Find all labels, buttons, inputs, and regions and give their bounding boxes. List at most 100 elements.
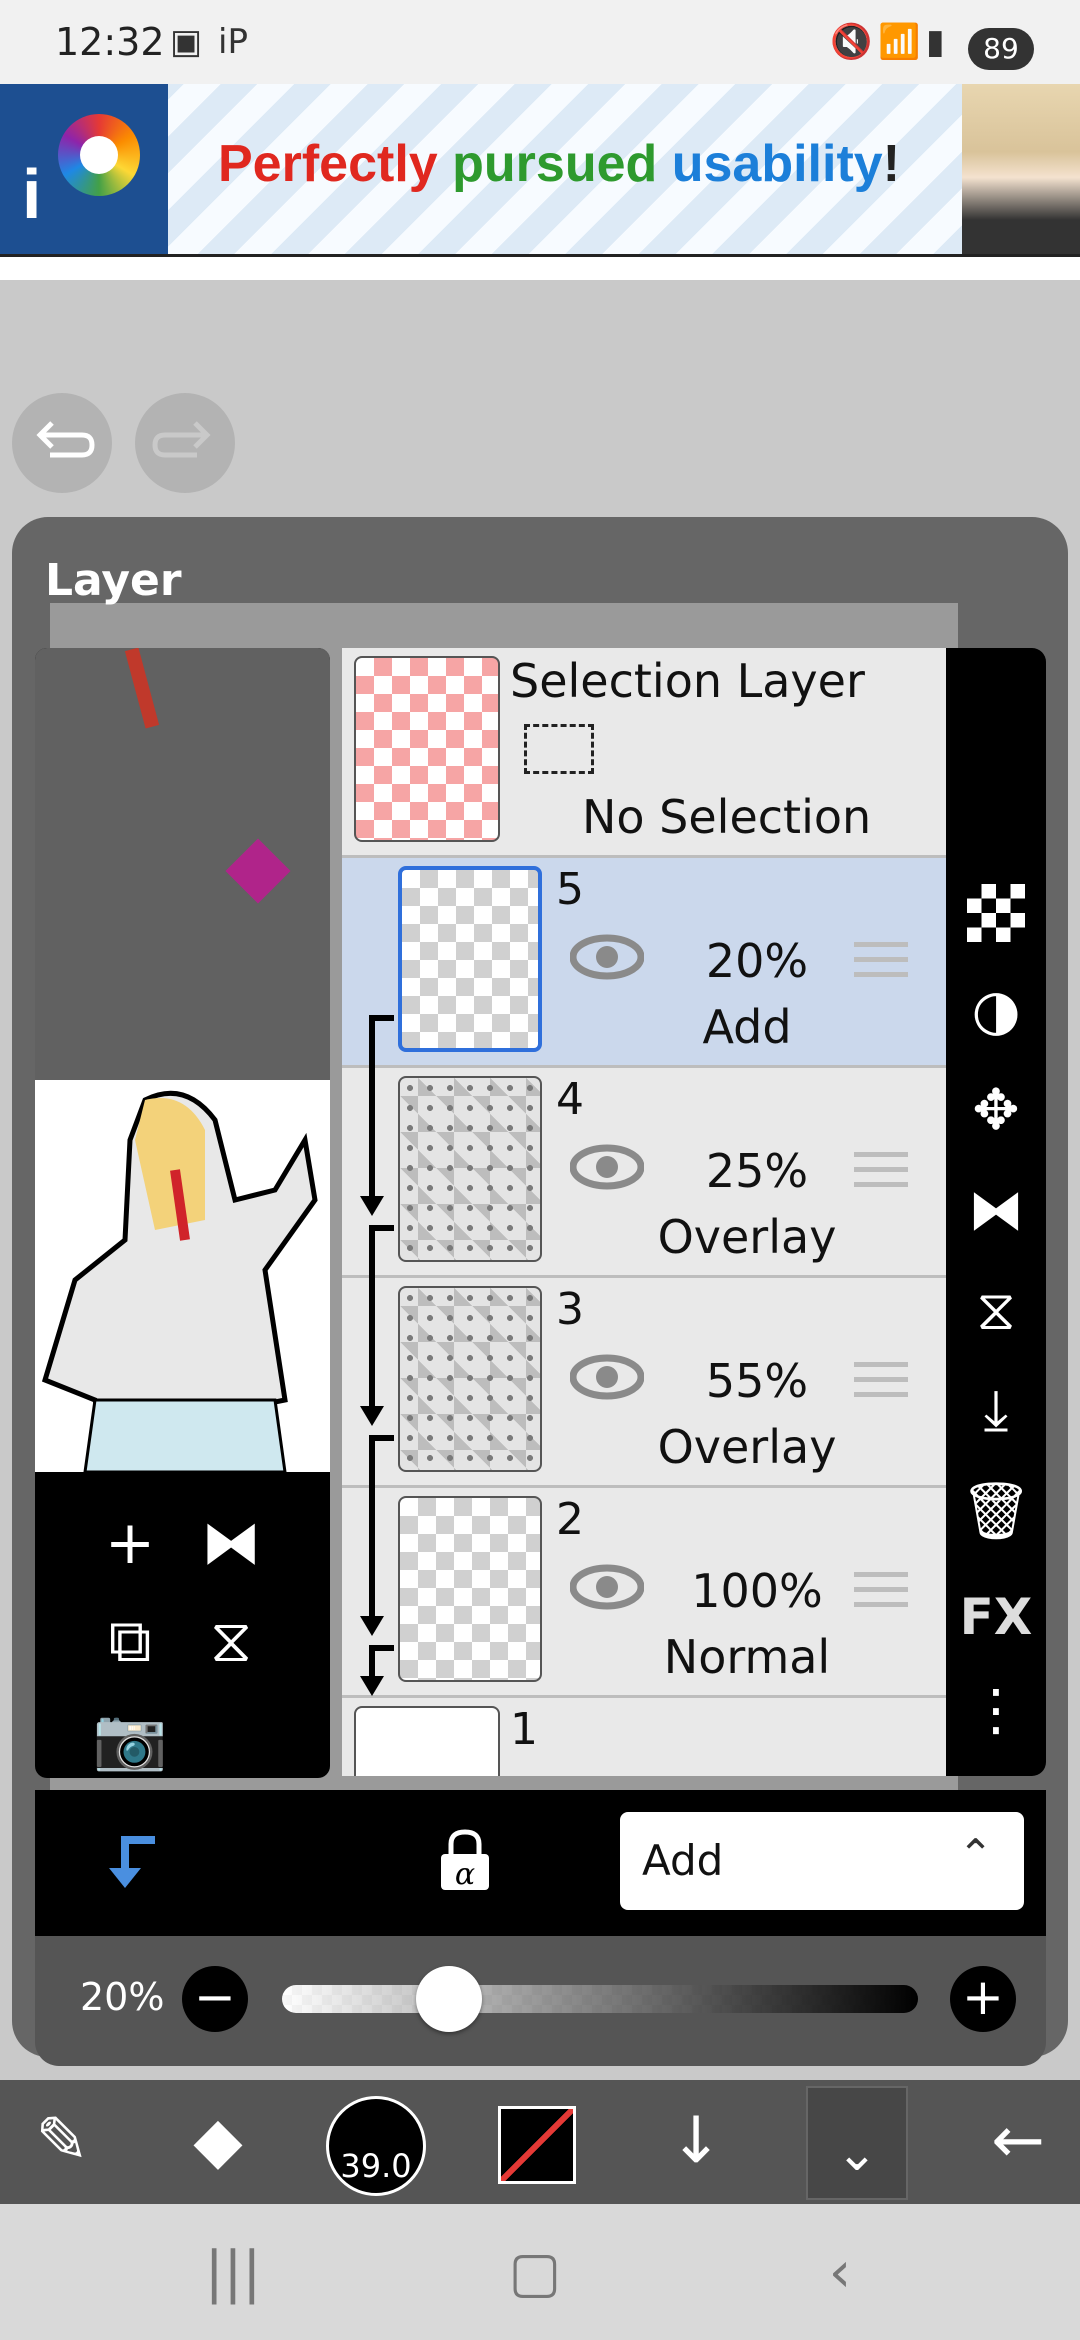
ad-banner[interactable]: i Perfectly pursued usability! xyxy=(0,84,1080,254)
redo-icon xyxy=(152,421,211,458)
layer-opacity: 25% xyxy=(705,1144,809,1198)
move-button[interactable]: ✥ xyxy=(946,1078,1046,1143)
layer-opacity: 55% xyxy=(705,1354,809,1408)
clipping-arrows xyxy=(360,1015,394,1696)
layer-row-2[interactable]: 2 100% Normal xyxy=(342,1488,946,1698)
down-arrow-button[interactable]: ↓ xyxy=(646,2104,746,2178)
flip-horizontal-button[interactable]: ⧓ xyxy=(946,1178,1046,1243)
layer-number: 2 xyxy=(556,1494,584,1545)
visibility-eye-icon[interactable] xyxy=(570,1354,644,1400)
tool-selector-button[interactable]: ✎ xyxy=(12,2104,112,2178)
drag-handle-icon[interactable] xyxy=(854,942,908,982)
preview-artwork xyxy=(35,1080,330,1475)
undo-icon xyxy=(36,421,95,458)
brush-size-value: 39.0 xyxy=(340,2147,412,2185)
visibility-eye-icon[interactable] xyxy=(570,1144,644,1190)
redo-button[interactable] xyxy=(135,393,235,493)
flip-horizontal-icon: ⧓ xyxy=(201,1508,261,1578)
duplicate-layer-button[interactable]: ⧉ xyxy=(90,1606,170,1676)
status-bar: 12:32 ▣ iP 🔇 📶 ▮ 89 xyxy=(0,0,1080,84)
back-chevron-icon: ‹ xyxy=(828,2240,852,2305)
layer-row-3[interactable]: 3 55% Overlay xyxy=(342,1278,946,1488)
layer-thumbnail xyxy=(398,866,542,1052)
add-layer-button[interactable]: + xyxy=(90,1508,170,1578)
layer-opacity: 100% xyxy=(691,1564,823,1618)
layer-list[interactable]: Selection Layer No Selection 5 20% Add 4… xyxy=(342,648,946,1776)
flip-vertical-icon: ⧖ xyxy=(976,1278,1016,1343)
ad-word-3: usability xyxy=(671,135,883,193)
ad-slogan: Perfectly pursued usability! xyxy=(218,134,900,194)
home-button[interactable]: ▢ xyxy=(485,2240,585,2305)
back-button[interactable]: ← xyxy=(968,2104,1068,2178)
layer-thumbnail xyxy=(398,1286,542,1472)
drag-handle-icon[interactable] xyxy=(854,1362,908,1402)
fx-button[interactable]: FX xyxy=(946,1588,1046,1646)
layer-number: 3 xyxy=(556,1284,584,1335)
selection-layer-row[interactable]: Selection Layer No Selection xyxy=(342,648,946,858)
layer-tools-toolbar: ◑ ✥ ⧓ ⧖ ⤓ 🗑 FX ⋮ xyxy=(946,648,1046,1776)
clipping-button[interactable] xyxy=(95,1820,175,1904)
arrow-left-icon: ← xyxy=(991,2104,1045,2178)
chevron-up-icon: ⌃ xyxy=(958,1830,994,1879)
brush-size-button[interactable]: 39.0 xyxy=(326,2096,426,2196)
selection-status: No Selection xyxy=(582,790,872,844)
delete-layer-button[interactable]: 🗑 xyxy=(946,1478,1046,1544)
recent-apps-icon: ||| xyxy=(204,2240,262,2305)
ibis-logo: i xyxy=(0,84,168,254)
layer-blend-mode: Add xyxy=(702,1000,792,1054)
layer-blend-mode: Overlay xyxy=(657,1210,837,1264)
flip-horizontal-button[interactable]: ⧓ xyxy=(191,1508,271,1578)
svg-text:α: α xyxy=(455,1857,475,1892)
trash-icon: 🗑 xyxy=(960,1479,1032,1544)
opacity-slider[interactable] xyxy=(282,1985,918,2013)
layer-thumbnail xyxy=(398,1496,542,1682)
layer-row-5[interactable]: 5 20% Add xyxy=(342,858,946,1068)
layer-row-4[interactable]: 4 25% Overlay xyxy=(342,1068,946,1278)
opacity-slider-handle[interactable] xyxy=(416,1966,483,2032)
opacity-decrease-button[interactable]: − xyxy=(182,1966,248,2032)
visibility-eye-icon[interactable] xyxy=(570,1564,644,1610)
undo-button[interactable] xyxy=(12,393,112,493)
visibility-eye-icon[interactable] xyxy=(570,934,644,980)
contrast-icon: ◑ xyxy=(971,978,1021,1043)
color-picker-button[interactable] xyxy=(498,2106,576,2184)
layer-blend-mode: Overlay xyxy=(657,1420,837,1474)
wifi-icon: 📶 xyxy=(878,22,921,62)
layers-menu-button[interactable]: ⌄ xyxy=(806,2086,908,2200)
merge-down-button[interactable]: ⤓ xyxy=(946,1378,1046,1444)
opacity-increase-button[interactable]: + xyxy=(950,1966,1016,2032)
alpha-lock-icon: α xyxy=(441,1829,489,1892)
clock: 12:32 xyxy=(55,20,165,64)
blend-mode-dropdown[interactable]: Add ⌃ xyxy=(620,1812,1024,1910)
alpha-lock-button[interactable]: α xyxy=(435,1828,495,1892)
flip-vertical-icon: ⧖ xyxy=(209,1606,253,1676)
layer-row-1[interactable]: 1 xyxy=(342,1698,946,1776)
layer-opacity: 20% xyxy=(705,934,809,988)
more-options-button[interactable]: ⋮ xyxy=(946,1678,1046,1743)
flip-horizontal-icon: ⧓ xyxy=(968,1178,1024,1243)
signal-icon: ▮ xyxy=(926,22,945,62)
checkerboard-button[interactable] xyxy=(946,884,1046,942)
battery-indicator: 89 xyxy=(968,28,1034,70)
system-back-button[interactable]: ‹ xyxy=(790,2240,890,2305)
ad-divider xyxy=(0,254,1080,280)
recent-apps-button[interactable]: ||| xyxy=(183,2240,283,2305)
minus-icon: − xyxy=(194,1968,236,2026)
eraser-button[interactable]: ◆ xyxy=(168,2104,268,2178)
double-chevron-down-icon: ⌄ xyxy=(836,2124,878,2182)
half-tone-button[interactable]: ◑ xyxy=(946,978,1046,1043)
flip-vertical-button[interactable]: ⧖ xyxy=(191,1606,271,1676)
arrow-down-icon: ↓ xyxy=(669,2104,723,2178)
plus-icon: + xyxy=(104,1508,156,1578)
layer-preview: + ⧓ ⧉ ⧖ 📷 xyxy=(35,648,330,1778)
drag-handle-icon[interactable] xyxy=(854,1572,908,1612)
layer-number: 1 xyxy=(510,1704,538,1755)
camera-button[interactable]: 📷 xyxy=(90,1703,170,1774)
flip-vertical-button[interactable]: ⧖ xyxy=(946,1278,1046,1344)
ad-character-image xyxy=(962,84,1080,254)
panel-title: Layer xyxy=(45,555,182,606)
layer-blend-mode: Normal xyxy=(663,1630,831,1684)
main-toolbar: ✎ ◆ 39.0 ↓ ⌄ ← xyxy=(0,2080,1080,2204)
drag-handle-icon[interactable] xyxy=(854,1152,908,1192)
system-nav-bar: ||| ▢ ‹ xyxy=(0,2204,1080,2340)
